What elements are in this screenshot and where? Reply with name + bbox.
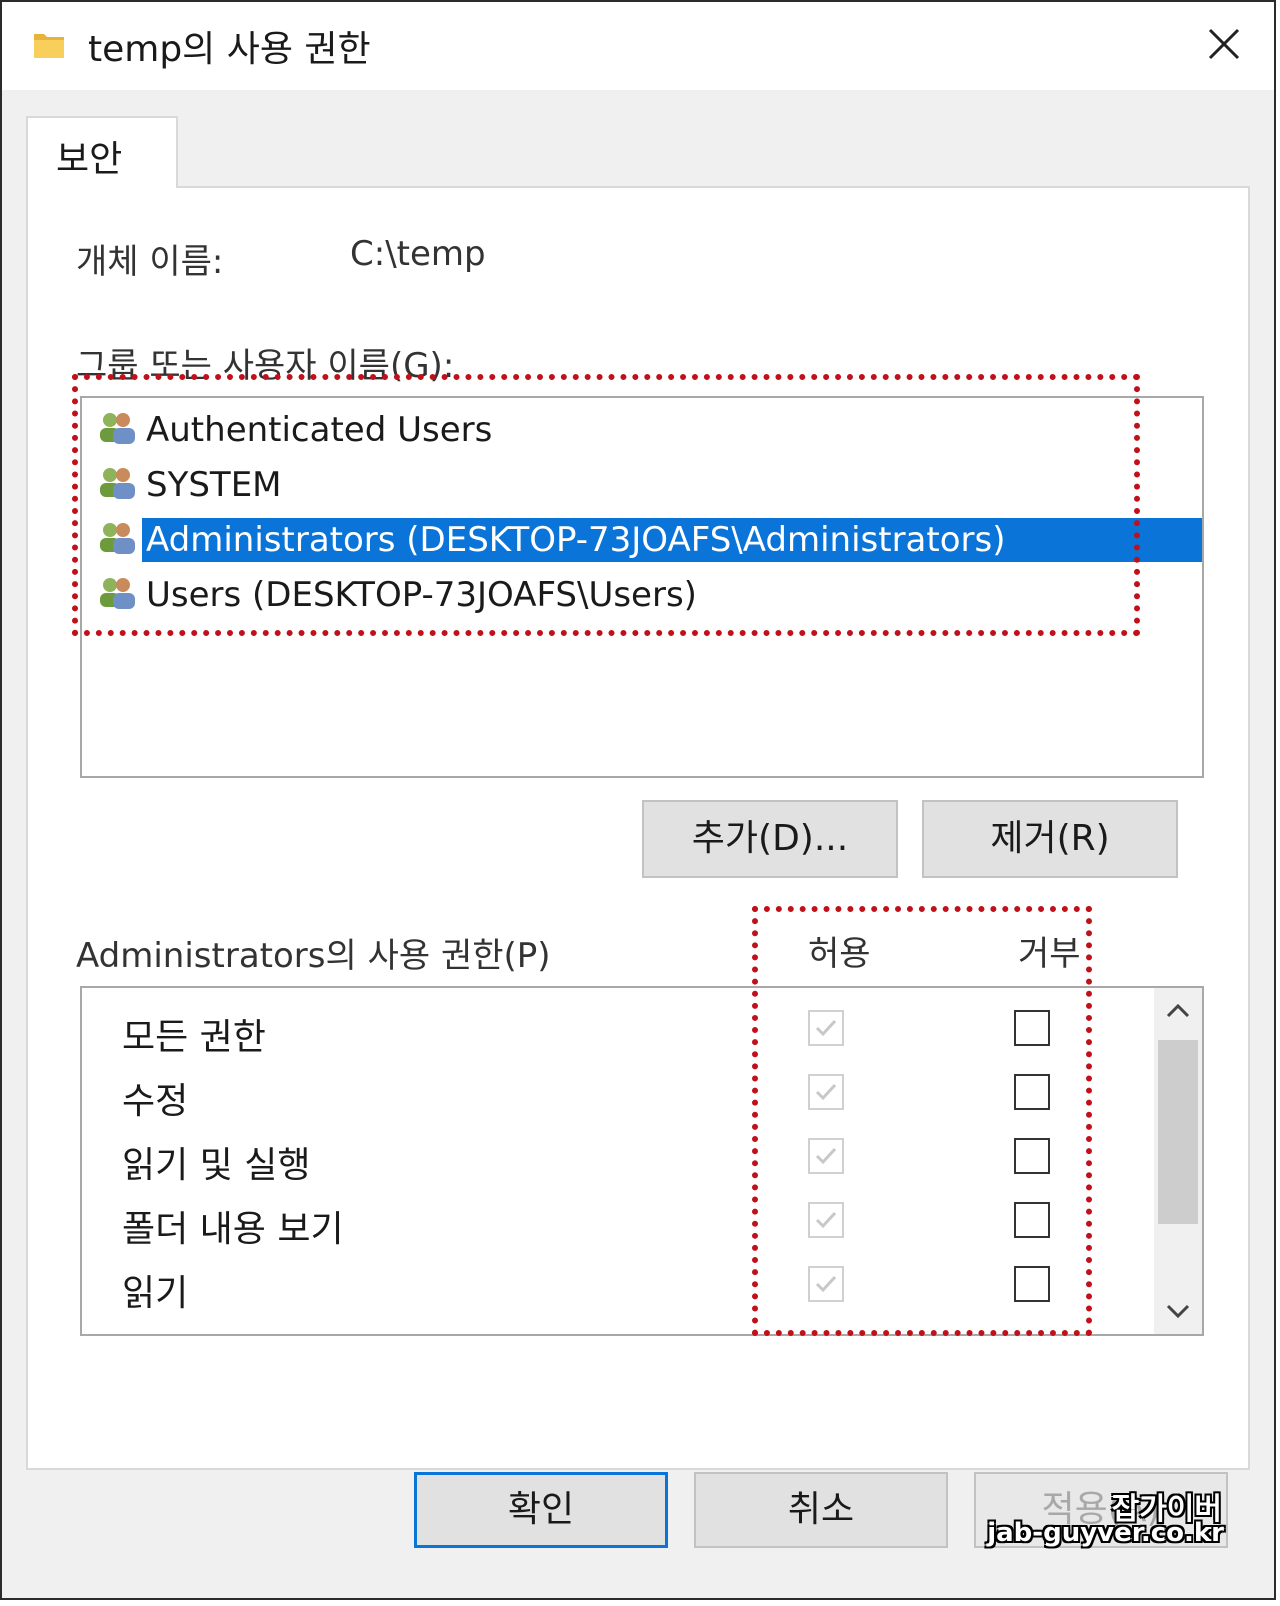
permission-name: 수정 bbox=[122, 1081, 189, 1122]
list-item[interactable]: Authenticated Users bbox=[82, 402, 1202, 454]
window-title: temp의 사용 권한 bbox=[88, 29, 371, 70]
permissions-dialog: temp의 사용 권한 보안 개체 이름: C:\temp 그룹 또는 사용자 … bbox=[0, 0, 1276, 1600]
tab-security[interactable]: 보안 bbox=[26, 116, 178, 188]
user-name: Users (DESKTOP-73JOAFS\Users) bbox=[146, 575, 697, 615]
groups-label: 그룹 또는 사용자 이름(G): bbox=[76, 346, 455, 386]
list-item[interactable]: SYSTEM bbox=[82, 457, 1202, 509]
permissions-label: Administrators의 사용 권한(P) bbox=[76, 936, 551, 976]
users-group-icon bbox=[100, 468, 135, 499]
tab-security-label: 보안 bbox=[56, 139, 123, 180]
table-row: 모든 권한 bbox=[82, 996, 1132, 1060]
deny-checkbox[interactable] bbox=[1014, 1138, 1050, 1174]
title-bar: temp의 사용 권한 bbox=[2, 2, 1274, 90]
table-row: 읽기 및 실행 bbox=[82, 1124, 1132, 1188]
allow-checkbox bbox=[808, 1202, 844, 1238]
chevron-up-icon[interactable] bbox=[1154, 988, 1202, 1036]
deny-column-header: 거부 bbox=[1018, 934, 1081, 974]
allow-checkbox bbox=[808, 1266, 844, 1302]
security-panel: 개체 이름: C:\temp 그룹 또는 사용자 이름(G): Authenti… bbox=[26, 186, 1250, 1470]
permission-name: 읽기 bbox=[122, 1273, 189, 1314]
deny-checkbox[interactable] bbox=[1014, 1202, 1050, 1238]
users-group-icon bbox=[100, 578, 135, 609]
list-item-selected[interactable]: Administrators (DESKTOP-73JOAFS\Administ… bbox=[82, 512, 1202, 564]
user-name: SYSTEM bbox=[146, 465, 282, 505]
check-icon bbox=[815, 1147, 837, 1165]
users-group-icon bbox=[100, 413, 135, 444]
remove-button[interactable]: 제거(R) bbox=[922, 800, 1178, 878]
allow-column-header: 허용 bbox=[808, 934, 871, 974]
allow-checkbox bbox=[808, 1010, 844, 1046]
cancel-button[interactable]: 취소 bbox=[694, 1472, 948, 1548]
list-item[interactable]: Users (DESKTOP-73JOAFS\Users) bbox=[82, 567, 1202, 619]
add-button[interactable]: 추가(D)... bbox=[642, 800, 898, 878]
users-group-icon bbox=[100, 523, 135, 554]
chevron-down-icon[interactable] bbox=[1154, 1286, 1202, 1334]
folder-icon bbox=[34, 34, 64, 58]
allow-checkbox bbox=[808, 1074, 844, 1110]
permission-name: 폴더 내용 보기 bbox=[122, 1209, 344, 1250]
permissions-list: 모든 권한 수정 읽기 및 실행 폴더 내용 보기 읽기 bbox=[80, 986, 1204, 1336]
deny-checkbox[interactable] bbox=[1014, 1074, 1050, 1110]
permission-name: 모든 권한 bbox=[122, 1017, 266, 1058]
check-icon bbox=[815, 1019, 837, 1037]
user-name: Administrators (DESKTOP-73JOAFS\Administ… bbox=[142, 518, 1202, 562]
deny-checkbox[interactable] bbox=[1014, 1010, 1050, 1046]
object-name-value: C:\temp bbox=[350, 234, 486, 274]
scroll-thumb[interactable] bbox=[1158, 1040, 1198, 1224]
close-icon[interactable] bbox=[1204, 24, 1244, 64]
permission-name: 읽기 및 실행 bbox=[122, 1145, 311, 1186]
permissions-scrollbar[interactable] bbox=[1154, 988, 1202, 1334]
watermark-url: jab-guyver.co.kr bbox=[987, 1518, 1224, 1548]
table-row: 폴더 내용 보기 bbox=[82, 1188, 1132, 1252]
check-icon bbox=[815, 1275, 837, 1293]
table-row: 수정 bbox=[82, 1060, 1132, 1124]
allow-checkbox bbox=[808, 1138, 844, 1174]
ok-button[interactable]: 확인 bbox=[414, 1472, 668, 1548]
group-user-list[interactable]: Authenticated Users SYSTEM Administrator… bbox=[80, 396, 1204, 778]
table-row: 읽기 bbox=[82, 1252, 1132, 1316]
deny-checkbox[interactable] bbox=[1014, 1266, 1050, 1302]
object-name-label: 개체 이름: bbox=[76, 242, 224, 282]
check-icon bbox=[815, 1083, 837, 1101]
user-name: Authenticated Users bbox=[146, 410, 493, 450]
check-icon bbox=[815, 1211, 837, 1229]
